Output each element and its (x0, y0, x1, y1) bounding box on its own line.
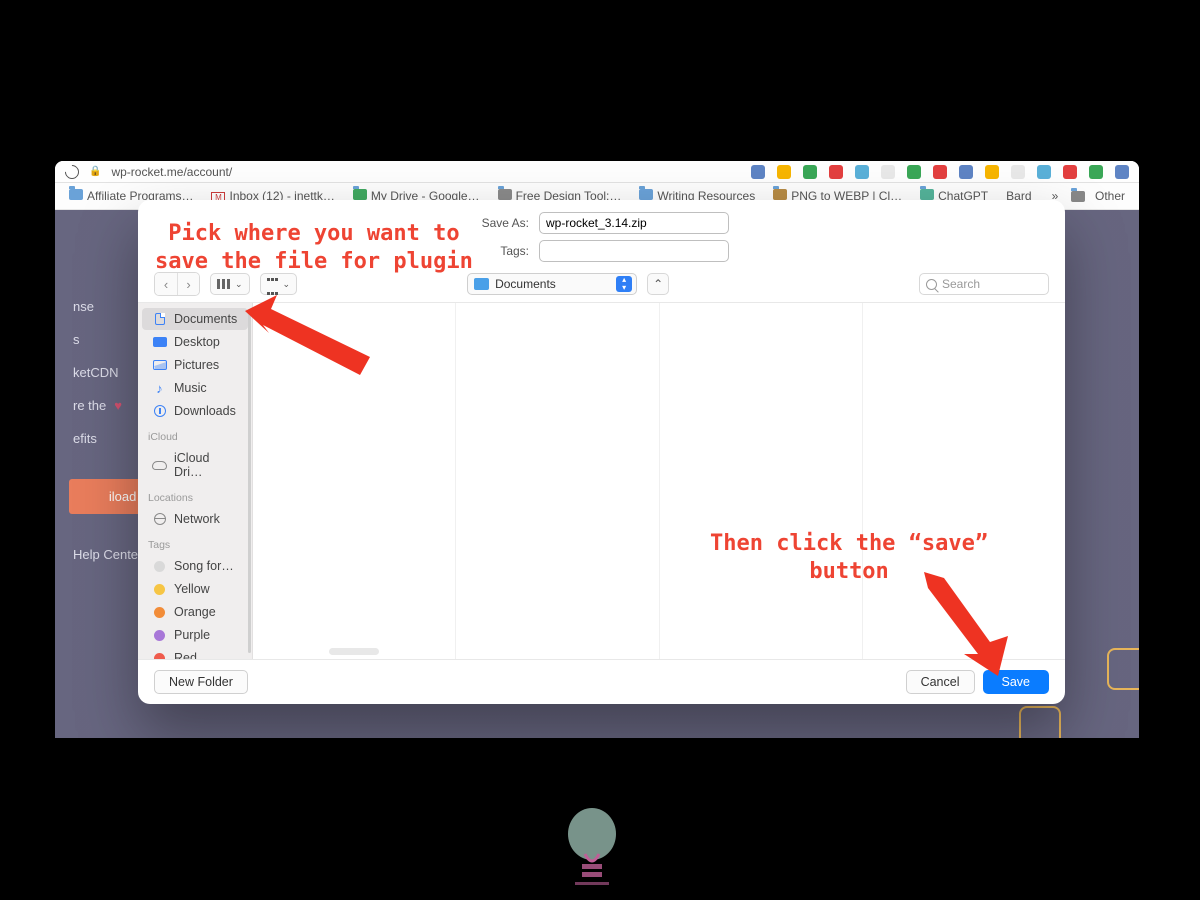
finder-sidebar: Documents Desktop Pictures ♪Music Downlo… (138, 303, 253, 659)
sidebar-tag-item[interactable]: Red (142, 647, 248, 659)
sidebar-tag-item[interactable]: Orange (142, 601, 248, 623)
address-url[interactable]: wp-rocket.me/account/ (111, 165, 232, 179)
file-column[interactable] (456, 303, 659, 659)
desktop-icon (153, 337, 167, 347)
bookmarks-overflow[interactable]: » Other (1052, 189, 1125, 203)
sidebar-item-desktop[interactable]: Desktop (142, 331, 248, 353)
chevron-down-icon: ⌄ (283, 279, 291, 290)
tag-label: Orange (174, 605, 216, 619)
tags-input[interactable] (539, 240, 729, 262)
view-columns-button[interactable]: ⌄ (210, 273, 250, 295)
sidebar-group-locations: Locations (138, 484, 252, 507)
sidebar-tag-item[interactable]: Yellow (142, 578, 248, 600)
sidebar-item-network[interactable]: Network (142, 508, 248, 530)
tag-dot-icon (154, 653, 165, 660)
search-input[interactable]: Search (919, 273, 1049, 295)
search-placeholder: Search (942, 277, 980, 291)
tag-dot-icon (154, 584, 165, 595)
tag-dot-icon (154, 630, 165, 641)
sidebar-item-music[interactable]: ♪Music (142, 377, 248, 399)
network-icon (154, 513, 166, 525)
nav-back-forward: ‹ › (154, 272, 200, 296)
pictures-icon (153, 360, 167, 370)
sidebar-item-downloads[interactable]: Downloads (142, 400, 248, 422)
extension-icons (751, 165, 1129, 179)
cloud-icon (152, 461, 167, 470)
document-icon (155, 313, 165, 325)
tag-label: Red (174, 651, 197, 659)
music-icon: ♪ (152, 382, 167, 395)
tag-dot-icon (154, 607, 165, 618)
sidebar-tag-item[interactable]: Purple (142, 624, 248, 646)
columns-icon (217, 279, 231, 289)
collapse-button[interactable]: ⌃ (647, 273, 669, 295)
downloads-icon (154, 405, 166, 417)
location-label: Documents (495, 277, 556, 291)
search-icon (926, 279, 937, 290)
heart-icon: ♥ (114, 398, 122, 413)
tag-label: Purple (174, 628, 210, 642)
sidebar-item-icloud-drive[interactable]: iCloud Dri… (142, 447, 248, 483)
saveas-input[interactable] (539, 212, 729, 234)
annotation-pick-location: Pick where you want to save the file for… (155, 220, 473, 275)
chevron-down-icon: ⌄ (235, 279, 243, 290)
lock-icon: 🔒 (89, 166, 101, 177)
sidebar-tag-item[interactable]: Song for… (142, 555, 248, 577)
address-bar: 🔒 wp-rocket.me/account/ (55, 161, 1139, 183)
tags-label: Tags: (474, 244, 529, 258)
sidebar-group-icloud: iCloud (138, 423, 252, 446)
view-group-button[interactable]: ⌄ (260, 273, 298, 295)
folder-icon (474, 278, 489, 290)
tag-label: Song for… (174, 559, 234, 573)
forward-button[interactable]: › (177, 273, 199, 295)
annotation-arrow-1 (245, 295, 385, 385)
tag-dot-icon (154, 561, 165, 572)
file-column[interactable] (660, 303, 863, 659)
reload-icon[interactable] (62, 162, 82, 182)
sidebar-group-tags: Tags (138, 531, 252, 554)
new-folder-button[interactable]: New Folder (154, 670, 248, 694)
updown-arrows-icon: ▴▾ (616, 276, 632, 292)
tag-label: Yellow (174, 582, 210, 596)
back-button[interactable]: ‹ (155, 273, 177, 295)
sidebar-item-documents[interactable]: Documents (142, 308, 248, 330)
sidebar-item-pictures[interactable]: Pictures (142, 354, 248, 376)
watermark-lightbulb-icon (555, 806, 629, 892)
annotation-arrow-2 (920, 572, 1030, 682)
location-popup[interactable]: Documents ▴▾ (467, 273, 637, 295)
saveas-label: Save As: (474, 216, 529, 230)
